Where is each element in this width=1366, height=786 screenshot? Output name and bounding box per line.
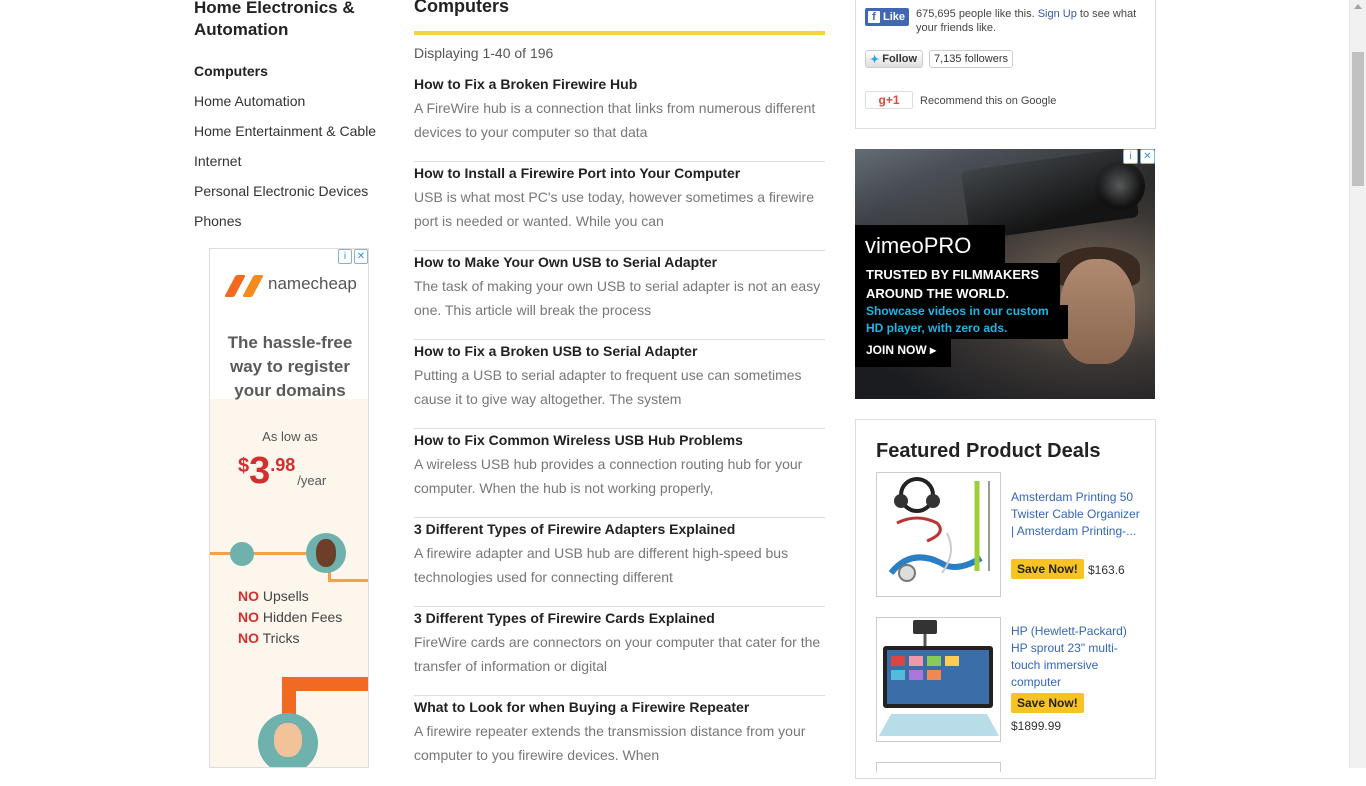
article-item: How to Fix Common Wireless USB Hub Probl… [414,430,825,518]
social-widget: f Like 675,695 people like this. Sign Up… [855,0,1156,129]
category-item-home-entertainment[interactable]: Home Entertainment & Cable [194,121,376,151]
google-plus-button[interactable]: g+1 [865,91,913,109]
deal-image[interactable] [876,617,1001,742]
price-per: /year [297,473,327,488]
save-now-button[interactable]: Save Now! [1011,559,1084,579]
results-count: Displaying 1-40 of 196 [414,45,554,61]
article-excerpt: A FireWire hub is a connection that link… [414,100,816,140]
namecheap-mark-icon [224,273,264,297]
vimeo-headline-1: TRUSTED BY FILMMAKERS [866,267,1040,282]
facebook-like-text: 675,695 people like this. Sign Up to see… [916,8,1137,34]
category-item-phones[interactable]: Phones [194,211,376,241]
article-title[interactable]: How to Make Your Own USB to Serial Adapt… [414,252,825,271]
article-title[interactable]: What to Look for when Buying a Firewire … [414,697,825,716]
facebook-like-button[interactable]: f Like [865,8,909,26]
vimeo-pro-ad[interactable]: vimeoPRO TRUSTED BY FILMMAKERS AROUND TH… [855,149,1155,399]
category-nav: Computers Home Automation Home Entertain… [194,61,376,241]
vimeo-join-button[interactable]: JOIN NOW ▸ [866,343,936,357]
price-currency: $ [238,455,250,477]
deal-image[interactable] [876,472,1001,597]
facebook-icon: f [868,11,880,23]
deal-price: $163.6 [1088,563,1125,577]
page-scrollbar[interactable] [1349,0,1366,768]
title-underline [414,31,825,35]
ad-close-icon[interactable]: ✕ [1140,149,1155,164]
article-title[interactable]: 3 Different Types of Firewire Cards Expl… [414,608,825,627]
category-heading: Home Electronics & Automation [194,0,355,39]
ad-choices[interactable]: i ✕ [1123,149,1155,164]
article-excerpt: Putting a USB to serial adapter to frequ… [414,367,802,407]
category-item-internet[interactable]: Internet [194,151,376,181]
article-excerpt: FireWire cards are connectors on your co… [414,634,821,674]
vimeo-subline-2: HD player, with zero ads. [866,321,1008,335]
vimeo-pro-logo: vimeoPRO [865,233,972,258]
article-list: How to Fix a Broken Firewire Hub A FireW… [414,74,825,786]
ad-info-icon[interactable]: i [1123,149,1138,164]
article-excerpt: USB is what most PC's use today, however… [414,189,814,229]
article-title[interactable]: How to Fix a Broken USB to Serial Adapte… [414,341,825,360]
category-item-personal-electronics[interactable]: Personal Electronic Devices [194,181,376,211]
article-excerpt: A firewire repeater extends the transmis… [414,723,806,763]
no-upsells: NO Upsells [238,588,309,604]
scrollbar-thumb[interactable] [1352,52,1364,186]
category-item-home-automation[interactable]: Home Automation [194,91,376,121]
deal-title-link[interactable]: HP (Hewlett-Packard) HP sprout 23" multi… [1011,623,1141,691]
price-cents: .98 [270,455,296,475]
vimeo-subline-1: Showcase videos in our custom [866,304,1049,318]
article-item: How to Install a Firewire Port into Your… [414,163,825,251]
namecheap-ad[interactable]: i ✕ namecheap The hassle-free way to reg… [209,248,369,768]
article-item: What to Look for when Buying a Firewire … [414,697,825,785]
ad-close-icon[interactable]: ✕ [354,249,368,264]
article-excerpt: A wireless USB hub provides a connection… [414,456,803,496]
article-title[interactable]: 3 Different Types of Firewire Adapters E… [414,519,825,538]
deal-title-link[interactable]: Amsterdam Printing 50 Twister Cable Orga… [1011,489,1141,540]
vimeo-headline-2: AROUND THE WORLD. [866,286,1009,301]
save-now-button[interactable]: Save Now! [1011,693,1084,713]
facebook-signup-link[interactable]: Sign Up [1038,8,1077,20]
deal-image[interactable] [876,762,1001,772]
ad-info-icon[interactable]: i [338,249,352,264]
article-title[interactable]: How to Fix a Broken Firewire Hub [414,74,825,93]
namecheap-as-low-as: As low as [262,429,318,444]
namecheap-brand: namecheap [268,274,357,293]
namecheap-tagline: The hassle-free way to register your dom… [227,333,353,400]
deal-item: HP (Hewlett-Packard) HP sprout 23" multi… [876,617,1146,742]
article-item: 3 Different Types of Firewire Cards Expl… [414,608,825,696]
article-item: 3 Different Types of Firewire Adapters E… [414,519,825,607]
article-excerpt: A firewire adapter and USB hub are diffe… [414,545,789,585]
article-item: How to Fix a Broken USB to Serial Adapte… [414,341,825,429]
article-excerpt: The task of making your own USB to seria… [414,278,821,318]
twitter-follow-button[interactable]: ✦ Follow [865,50,923,68]
category-item-computers[interactable]: Computers [194,61,376,91]
article-item: How to Make Your Own USB to Serial Adapt… [414,252,825,340]
scroll-up-arrow-icon[interactable] [1354,4,1362,9]
twitter-followers-count[interactable]: 7,135 followers [929,50,1013,68]
article-title[interactable]: How to Fix Common Wireless USB Hub Probl… [414,430,825,449]
article-item: How to Fix a Broken Firewire Hub A FireW… [414,74,825,162]
namecheap-price: $ 3 .98 /year [238,449,326,493]
envelope-icon [230,542,254,566]
google-plus-text: Recommend this on Google [920,95,1057,107]
ad-choices[interactable]: i ✕ [338,249,368,265]
deals-title: Featured Product Deals [876,440,1101,462]
page-title: Computers [414,0,510,16]
article-title[interactable]: How to Install a Firewire Port into Your… [414,163,825,182]
deal-item: Amsterdam Printing 50 Twister Cable Orga… [876,472,1146,597]
no-tricks: NO Tricks [238,630,300,646]
namecheap-logo: namecheap [224,273,357,297]
twitter-bird-icon: ✦ [870,53,880,66]
featured-deals: Featured Product Deals Amsterdam Printin… [855,419,1156,779]
no-hidden-fees: NO Hidden Fees [238,609,343,625]
deal-price: $1899.99 [1011,719,1062,733]
price-whole: 3 [249,450,271,492]
